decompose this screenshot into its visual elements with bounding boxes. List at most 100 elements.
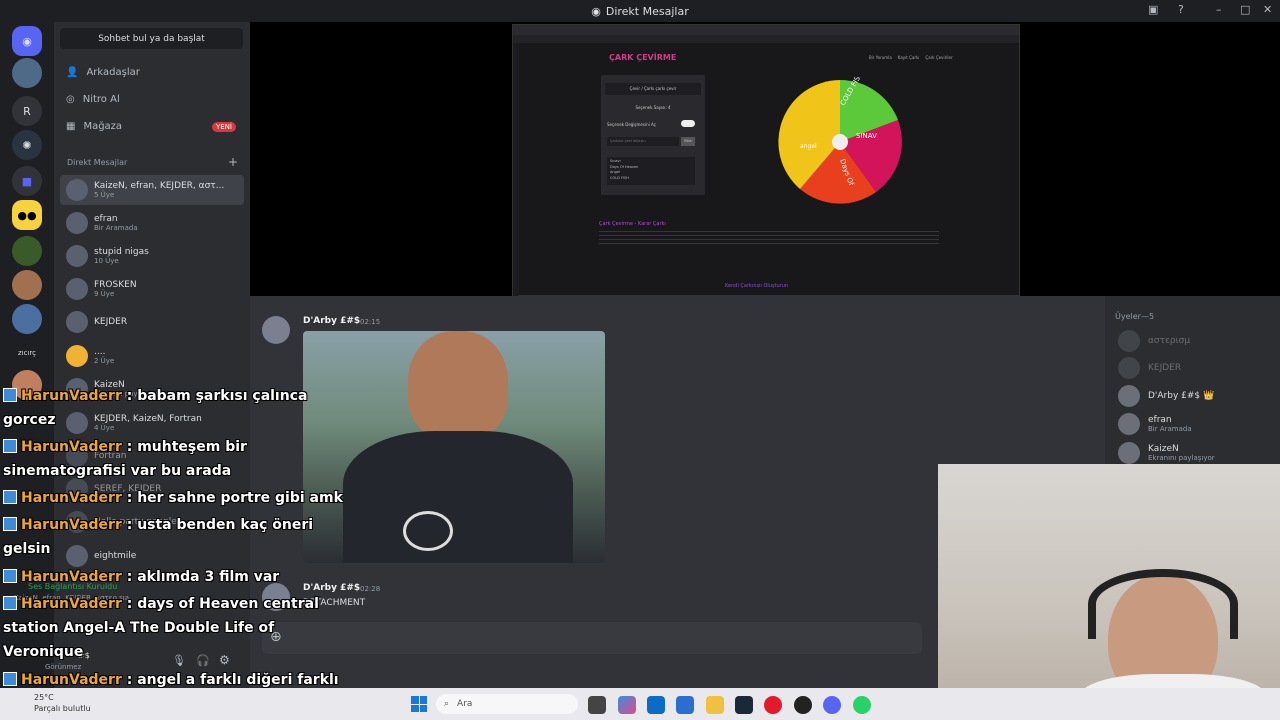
member-item[interactable]: KEJDER (1118, 357, 1181, 379)
avatar (66, 545, 88, 567)
headphones-icon[interactable]: 🎧 (196, 654, 210, 667)
server-avatar-2[interactable]: ✺ (12, 130, 42, 160)
wheel-center (832, 134, 848, 150)
inbox-icon[interactable]: ▣ (1148, 3, 1158, 16)
settings-gear-icon[interactable]: ⚙ (219, 653, 230, 667)
copilot-icon[interactable] (618, 696, 636, 714)
discord-title-icon: ◉ (591, 4, 601, 18)
avatar (66, 345, 88, 367)
steam-icon[interactable] (735, 696, 753, 714)
browser-tabs (513, 25, 1019, 35)
wheel-label-sinav: SINAV (856, 132, 877, 140)
avatar (1118, 330, 1140, 352)
dm-item-5[interactable]: .... 2 Üye (60, 341, 244, 371)
dm-item-2[interactable]: stupid nigas 10 Üye (60, 241, 244, 271)
server-avatar-1[interactable] (12, 58, 42, 88)
store-icon[interactable] (676, 696, 694, 714)
discord-home-icon[interactable]: ◉ (12, 26, 42, 56)
dm-item-1[interactable]: efran Bir Aramada (60, 208, 244, 238)
shared-browser-window: ÇARK ÇEVİRME Bir Yorumla Kayıt Çarkı Çar… (512, 24, 1020, 297)
add-option-button[interactable]: Ekle (681, 137, 695, 146)
user-status: Görünmez (45, 663, 82, 671)
help-icon[interactable]: ? (1178, 3, 1184, 16)
server-avatar-7[interactable] (12, 370, 42, 400)
browser-address-bar (513, 35, 1019, 43)
taskbar-search-input[interactable]: ⌕ Ara (436, 694, 578, 714)
avatar (66, 212, 88, 234)
dm-item-4[interactable]: KEJDER (60, 307, 244, 337)
dm-item-8[interactable]: Fortran (60, 441, 244, 471)
person-body (343, 431, 573, 563)
option-list: Sınavı Days Of Heaven Angel COLD FISH (607, 157, 695, 185)
dm-item-10[interactable]: Hello party people (60, 507, 244, 537)
discord-taskbar-icon[interactable] (823, 696, 841, 714)
new-badge: YENİ (212, 121, 236, 132)
message-author[interactable]: D'Arby £#$ (303, 316, 360, 326)
message-author[interactable]: D'Arby £#$ (303, 583, 360, 593)
user-tag: #$ (78, 651, 90, 660)
toggle-switch[interactable] (681, 120, 695, 127)
dm-item-9[interactable]: SEREF, KEJDER (60, 474, 244, 504)
mic-icon[interactable]: 🎙 (172, 654, 186, 667)
dm-item-11[interactable]: eightmile (60, 541, 244, 571)
server-avatar-3[interactable]: ●● (12, 200, 42, 230)
add-dm-button[interactable]: + (228, 155, 238, 169)
server-avatar-4[interactable] (12, 236, 42, 266)
server-zicirc[interactable]: zıcırç (12, 338, 42, 368)
section-body-text (599, 231, 939, 245)
task-view-icon[interactable] (588, 696, 606, 714)
avatar (66, 412, 88, 434)
member-item[interactable]: D'Arby £#$ 👑 (1118, 385, 1214, 407)
nav-shop[interactable]: ▦ Mağaza YENİ (66, 121, 236, 132)
server-avatar-5[interactable] (12, 270, 42, 300)
spin-wheel[interactable]: COLD FISH SINAV Days Of angel (775, 77, 905, 207)
close-button[interactable]: ✕ (1263, 3, 1272, 16)
avatar (66, 179, 88, 201)
outlook-icon[interactable] (647, 696, 665, 714)
author-avatar[interactable] (262, 583, 290, 611)
minimize-button[interactable]: – (1216, 3, 1222, 16)
file-explorer-icon[interactable] (706, 696, 724, 714)
weather-desc[interactable]: Parçalı bulutlu (34, 704, 91, 713)
section-heading: Çark Çevirme - Karar Çarkı (599, 221, 666, 227)
avatar (66, 445, 88, 467)
member-item[interactable]: αστερισμ (1118, 330, 1190, 352)
friends-icon: 👤 (66, 67, 79, 78)
message-image-attachment[interactable] (303, 331, 605, 563)
browser-sidebar (513, 43, 519, 297)
message-input[interactable] (262, 622, 922, 654)
server-avatar-6[interactable] (12, 304, 42, 334)
server-r[interactable]: R (12, 96, 42, 126)
option-input[interactable]: Çarkına yeni ekleyin (607, 137, 679, 146)
wheel-settings-panel: Çevir / Çarkı çarkı çevir Seçenek Sayısı… (601, 75, 705, 195)
dm-item-3[interactable]: FROSKEN 9 Üye (60, 274, 244, 304)
dm-item-0[interactable]: KaizeN, efran, KEJDER, αστ... 5 Üye (60, 175, 244, 205)
author-avatar[interactable] (262, 316, 290, 344)
avatar (1118, 413, 1140, 435)
add-attachment-icon[interactable]: ⊕ (270, 629, 282, 645)
wheel-label-angel: angel (800, 143, 817, 150)
obs-icon[interactable] (794, 696, 812, 714)
message-time: 02:28 (360, 585, 381, 593)
avatar (1118, 442, 1140, 464)
dm-section-title: Direkt Mesajlar (67, 158, 128, 167)
windows-start-icon[interactable] (411, 696, 427, 712)
dm-search-button[interactable]: Sohbet bul ya da başlat (60, 28, 243, 49)
maximize-button[interactable]: □ (1240, 3, 1250, 16)
voice-channel: KaizeN, efran, KEJDER, αστερ.sıa (14, 594, 129, 602)
nav-friends[interactable]: 👤 Arkadaşlar (66, 67, 140, 78)
member-item[interactable]: efran Bir Aramada (1118, 413, 1192, 435)
weather-temp[interactable]: 25°C (34, 693, 54, 702)
window-title: Direkt Mesajlar (605, 4, 689, 18)
folder-icon[interactable]: ■ (12, 166, 42, 196)
voice-status: Ses Bağlantısı Kuruldu (28, 582, 118, 591)
dm-item-6[interactable]: KaizeN Ekranını paylaşıyor (60, 374, 244, 404)
police-badge-icon (403, 511, 453, 551)
member-item[interactable]: KaizeN Ekranını paylaşıyor (1118, 442, 1215, 464)
nav-nitro[interactable]: ◎ Nitro Al (66, 94, 120, 105)
toggle-label: Seçenek Değişmesini Aç (607, 122, 656, 127)
message-time: 02:15 (360, 318, 381, 326)
dm-item-7[interactable]: KEJDER, KaizeN, Fortran 4 Üye (60, 408, 244, 438)
opera-icon[interactable] (764, 696, 782, 714)
whatsapp-icon[interactable] (853, 696, 871, 714)
